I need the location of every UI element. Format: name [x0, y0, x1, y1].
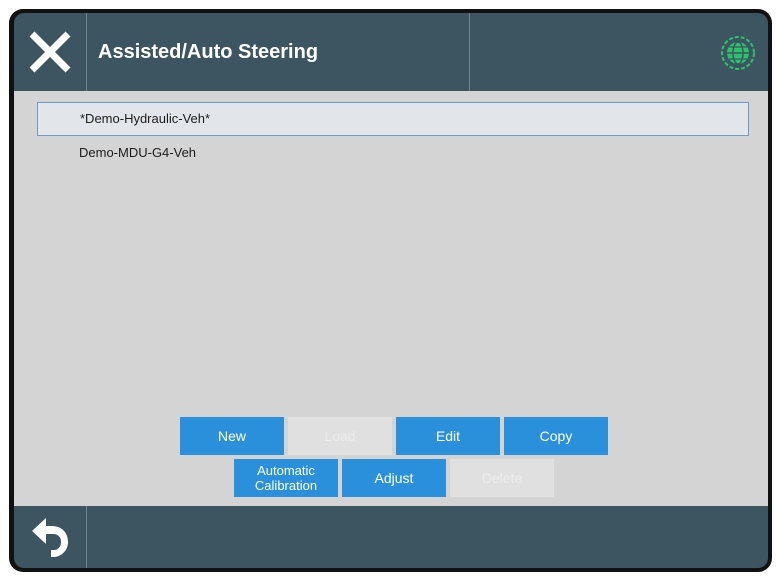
load-button[interactable]: Load [288, 417, 392, 455]
globe-status-icon [721, 36, 755, 70]
header-divider [469, 13, 470, 91]
close-button[interactable] [14, 13, 86, 91]
back-arrow-icon [32, 518, 68, 557]
copy-button[interactable]: Copy [504, 417, 608, 455]
close-x-icon [29, 31, 71, 73]
vehicle-list-item-selected[interactable]: *Demo-Hydraulic-Veh* [37, 102, 749, 136]
page-title: Assisted/Auto Steering [98, 41, 319, 63]
automatic-calibration-button[interactable]: Automatic Calibration [234, 459, 338, 497]
header-bar: Assisted/Auto Steering [14, 13, 768, 91]
app-frame: Assisted/Auto Steering *Demo-Hydraulic-V… [9, 9, 772, 572]
vehicle-list: *Demo-Hydraulic-Veh* Demo-MDU-G4-Veh [37, 102, 749, 170]
vehicle-list-item[interactable]: Demo-MDU-G4-Veh [37, 136, 749, 170]
automatic-calibration-label-line2: Calibration [254, 478, 318, 493]
footer-divider [86, 506, 87, 568]
automatic-calibration-label-line1: Automatic [257, 463, 315, 478]
edit-button[interactable]: Edit [396, 417, 500, 455]
delete-button[interactable]: Delete [450, 459, 554, 497]
back-button[interactable] [14, 506, 86, 568]
footer-bar [14, 506, 768, 568]
header-divider [86, 13, 87, 91]
status-button[interactable] [718, 33, 758, 73]
vehicle-panel: *Demo-Hydraulic-Veh* Demo-MDU-G4-Veh New… [14, 91, 768, 506]
new-button[interactable]: New [180, 417, 284, 455]
adjust-button[interactable]: Adjust [342, 459, 446, 497]
